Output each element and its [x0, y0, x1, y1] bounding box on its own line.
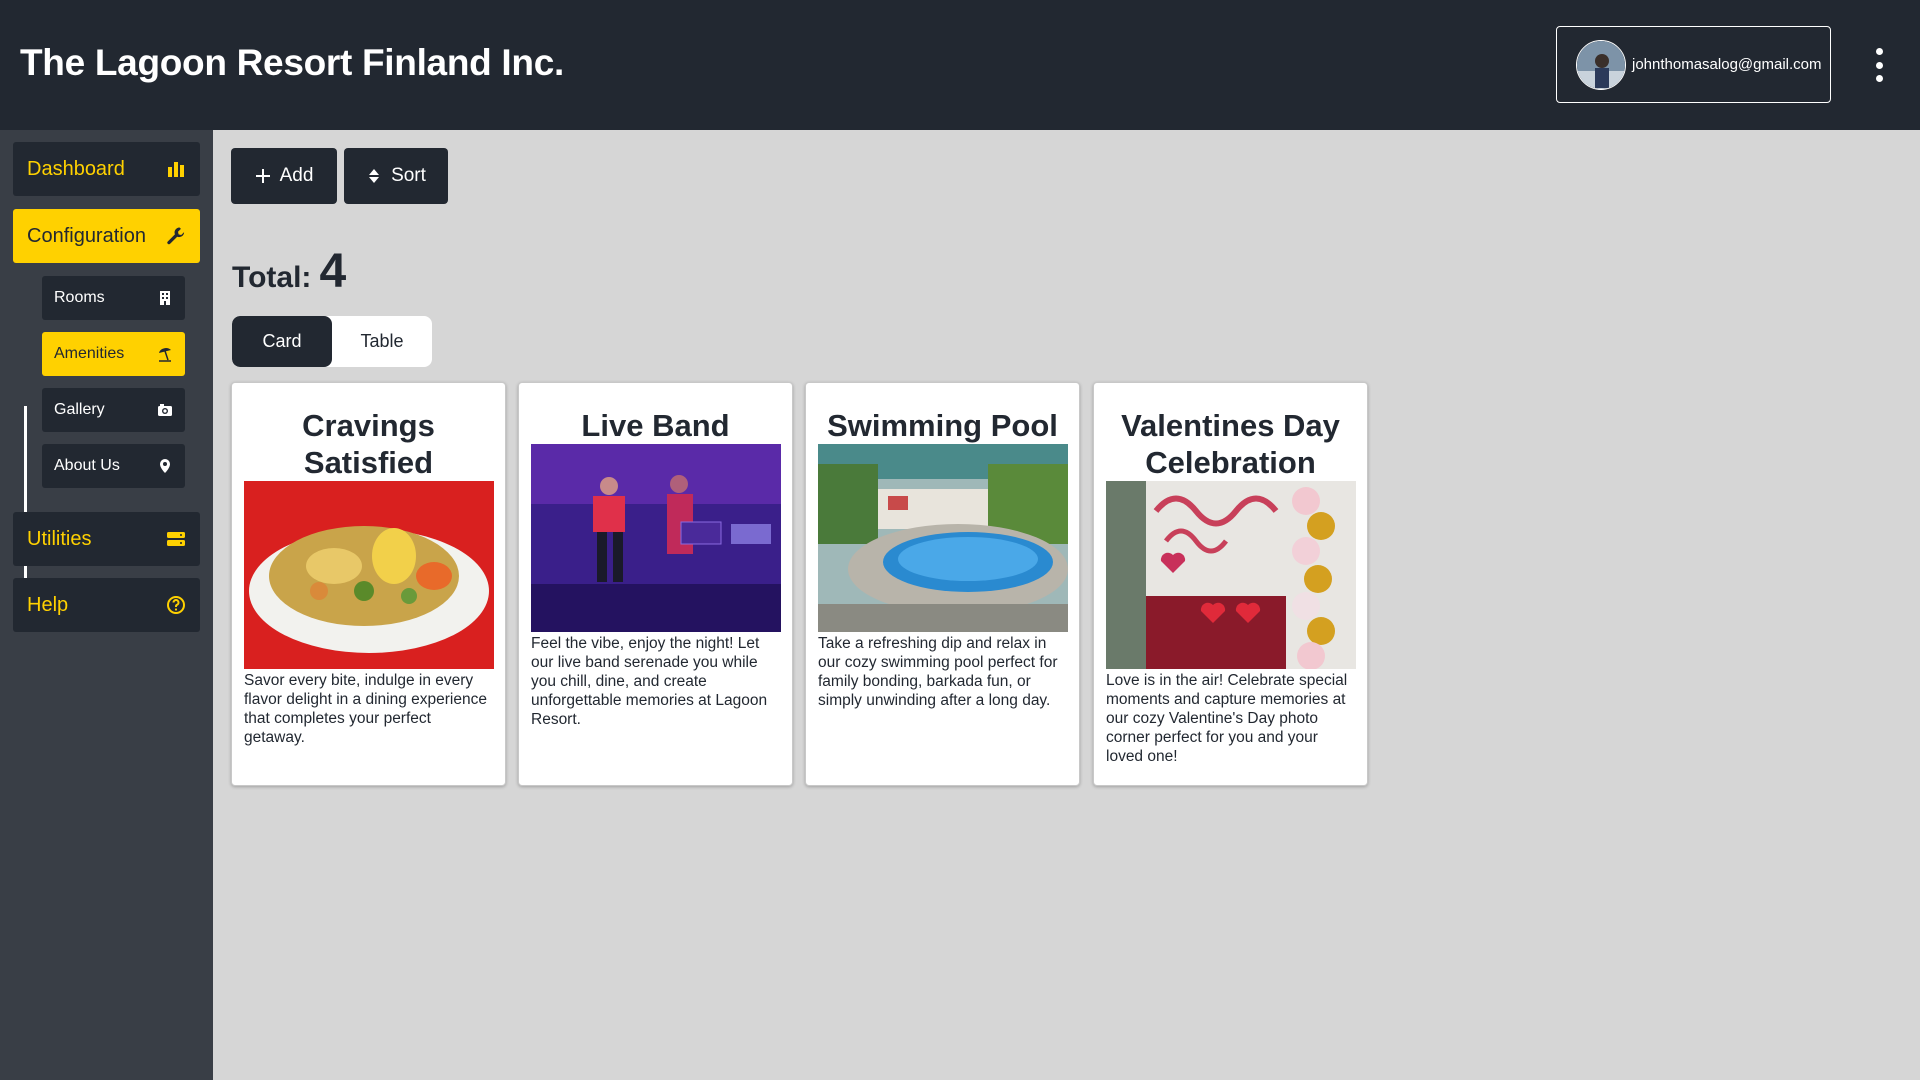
sidebar-item-label: Help [27, 593, 69, 616]
sidebar-item-label: Utilities [27, 527, 92, 550]
total-value: 4 [319, 245, 347, 298]
card-image [244, 481, 494, 669]
sidebar-subitem-label: Amenities [54, 345, 125, 362]
sidebar-item-label: Dashboard [27, 157, 125, 180]
amenity-card[interactable]: Live Band Feel the vibe, enjoy the night… [518, 382, 793, 786]
sidebar-subitem-label: About Us [54, 457, 120, 474]
top-header: The Lagoon Resort Finland Inc. johnthoma… [0, 0, 1920, 130]
app-title: The Lagoon Resort Finland Inc. [20, 42, 564, 83]
card-image [818, 444, 1068, 632]
sidebar: Dashboard Configuration Rooms Amenities … [0, 130, 213, 1080]
sidebar-item-configuration[interactable]: Configuration [13, 209, 200, 263]
total-count: Total: 4 [232, 244, 346, 299]
view-toggle: Card Table [232, 316, 432, 367]
card-title: Live Band [581, 408, 730, 443]
sort-button[interactable]: Sort [344, 148, 448, 204]
add-button-label: Add [279, 165, 314, 186]
sidebar-subitem-label: Gallery [54, 401, 105, 418]
plus-icon [255, 169, 270, 183]
sidebar-subitem-label: Rooms [54, 289, 105, 306]
card-description: Feel the vibe, enjoy the night! Let our … [531, 635, 768, 728]
question-circle-icon [167, 596, 185, 614]
sidebar-subitem-gallery[interactable]: Gallery [42, 388, 185, 432]
more-options-icon[interactable] [1872, 48, 1886, 82]
sidebar-item-utilities[interactable]: Utilities [13, 512, 200, 566]
card-description: Take a refreshing dip and relax in our c… [818, 635, 1058, 709]
card-image [1106, 481, 1356, 669]
sidebar-subitem-rooms[interactable]: Rooms [42, 276, 185, 320]
card-description: Savor every bite, indulge in every flavo… [244, 672, 487, 746]
amenity-card[interactable]: Swimming Pool Take a refreshing dip and … [805, 382, 1080, 786]
sidebar-item-dashboard[interactable]: Dashboard [13, 142, 200, 196]
total-label: Total: [232, 261, 312, 294]
card-title: Valentines Day Celebration [1121, 408, 1340, 480]
avatar [1576, 39, 1626, 90]
beach-umbrella-icon [159, 348, 171, 362]
card-image [531, 444, 781, 632]
sort-icon [369, 169, 380, 183]
sidebar-subitem-about-us[interactable]: About Us [42, 444, 185, 488]
wrench-icon [167, 227, 185, 245]
card-view-tab[interactable]: Card [232, 316, 332, 367]
map-pin-icon [160, 459, 170, 473]
amenity-card[interactable]: Cravings Satisfied Savor every bite, ind… [231, 382, 506, 786]
amenity-card[interactable]: Valentines Day Celebration Love is in th… [1093, 382, 1368, 786]
sidebar-subitem-amenities[interactable]: Amenities [42, 332, 185, 376]
camera-icon [158, 404, 172, 416]
bar-chart-icon [168, 162, 184, 177]
table-view-tab[interactable]: Table [332, 316, 432, 367]
building-icon [160, 291, 170, 305]
server-icon [167, 532, 185, 546]
card-title: Swimming Pool [827, 408, 1058, 443]
sort-button-label: Sort [391, 165, 426, 186]
sidebar-item-label: Configuration [27, 224, 146, 247]
card-title: Cravings Satisfied [302, 408, 435, 480]
add-button[interactable]: Add [231, 148, 337, 204]
account-button[interactable]: johnthomasalog@gmail.com [1556, 26, 1831, 103]
account-email: johnthomasalog@gmail.com [1632, 56, 1822, 73]
sidebar-item-help[interactable]: Help [13, 578, 200, 632]
card-description: Love is in the air! Celebrate special mo… [1106, 672, 1348, 765]
